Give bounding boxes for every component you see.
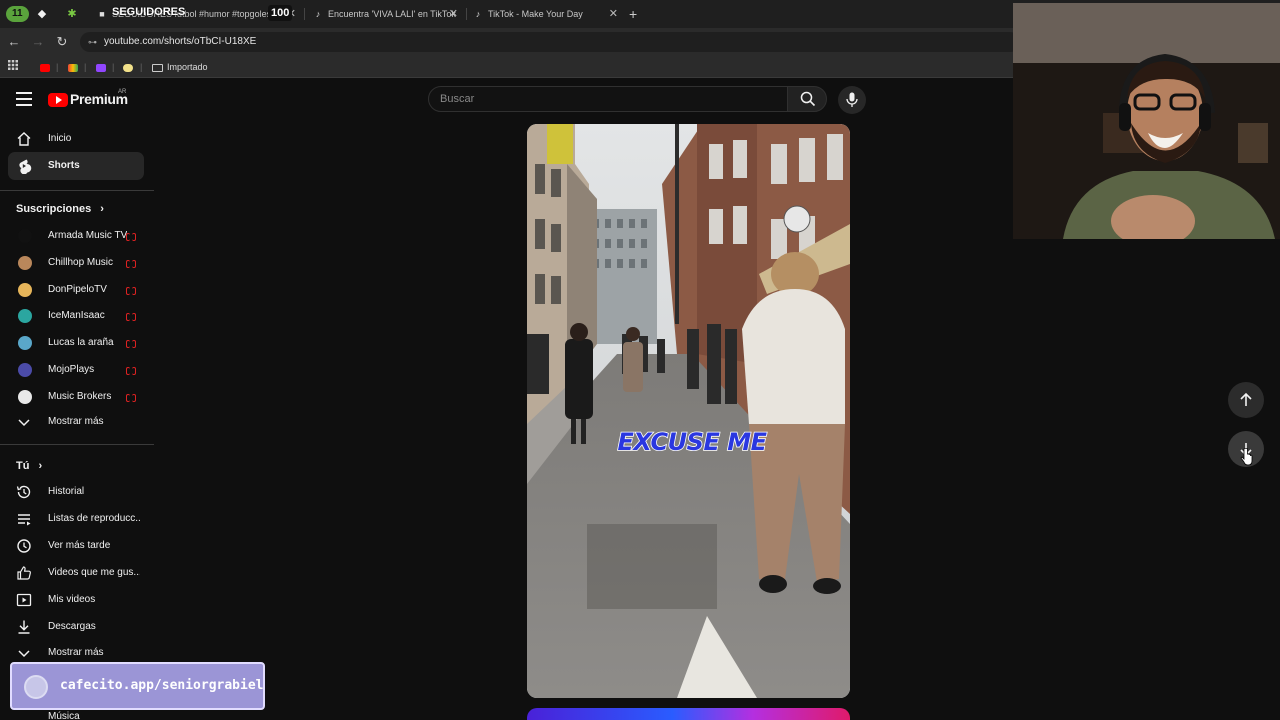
- sidebar-item-inicio[interactable]: Inicio: [8, 125, 144, 153]
- shorts-icon: [19, 159, 32, 174]
- history-icon: [16, 485, 31, 499]
- my-videos-icon: [16, 593, 32, 607]
- tiktok-icon: ♪: [475, 9, 481, 19]
- channel-avatar: [18, 309, 32, 324]
- twitch-bookmark-icon[interactable]: [96, 60, 106, 74]
- live-indicator-icon: [126, 286, 136, 295]
- close-tab-icon[interactable]: ✕: [449, 4, 458, 24]
- sidebar-item-mis-videos[interactable]: Mis videos: [8, 586, 144, 614]
- subscription-item[interactable]: Music Brokers: [8, 383, 144, 411]
- bookmark-separator: |: [56, 62, 59, 72]
- subscription-item[interactable]: MojoPlays: [8, 356, 144, 384]
- tab-favicon-icon: ■: [99, 9, 105, 19]
- youtube-play-icon: [48, 93, 68, 107]
- back-icon[interactable]: ←: [5, 33, 23, 51]
- channel-avatar: [18, 389, 32, 404]
- subscription-item[interactable]: Chillhop Music: [8, 249, 144, 277]
- forward-icon[interactable]: →: [29, 33, 47, 51]
- donation-banner: cafecito.app/seniorgrabiel: [10, 662, 265, 710]
- apps-grid-icon[interactable]: [8, 60, 18, 74]
- tab-viva-lali[interactable]: ♪ Encuentra 'VIVA LALI' en TikTok ✕: [312, 4, 458, 24]
- bookmark-separator: |: [140, 62, 143, 72]
- channel-avatar: [18, 336, 32, 351]
- live-indicator-icon: [126, 367, 136, 375]
- streamer-webcam: [1013, 3, 1280, 239]
- live-indicator-icon: [126, 259, 136, 268]
- live-indicator-icon: [126, 313, 136, 322]
- channel-avatar: [18, 229, 32, 243]
- coin-icon: [24, 675, 48, 699]
- mouse-cursor-icon: [1240, 448, 1253, 466]
- seguidores-overlay: SEGUIDORES: [112, 6, 186, 18]
- youtube-bookmark-icon[interactable]: [40, 60, 50, 74]
- tiktok-icon: ♪: [315, 9, 321, 19]
- live-indicator-icon: [126, 393, 136, 402]
- chevron-right-icon: ›: [38, 460, 43, 472]
- channel-avatar: [18, 363, 32, 377]
- previous-short-button[interactable]: [1228, 382, 1264, 418]
- subscription-item[interactable]: Lucas la araña: [8, 329, 144, 357]
- search-icon: [800, 91, 816, 107]
- sidebar-divider: [0, 444, 154, 445]
- chevron-right-icon: ›: [100, 203, 104, 215]
- tab-group-badge[interactable]: 11: [6, 6, 29, 22]
- country-code: AR: [118, 89, 127, 95]
- sidebar-item-shorts[interactable]: Shorts: [8, 152, 144, 180]
- subscription-item[interactable]: DonPipeloTV: [8, 276, 144, 304]
- playlists-icon: [18, 514, 31, 526]
- microphone-icon: [846, 92, 858, 107]
- tab-divider: [466, 8, 467, 20]
- chevron-down-icon: [18, 419, 30, 427]
- sidebar-divider: [0, 190, 154, 191]
- video-caption: EXCUSE ME: [617, 427, 768, 457]
- thumbs-up-icon: [17, 566, 31, 580]
- subscription-item[interactable]: IceManIsaac: [8, 302, 144, 330]
- arrow-up-icon: [1240, 392, 1252, 406]
- sidebar-item-listas[interactable]: Listas de reproducc...: [8, 505, 144, 533]
- close-tab-icon[interactable]: ✕: [609, 4, 618, 24]
- sidebar-item-ver-mas-tarde[interactable]: Ver más tarde: [8, 532, 144, 560]
- reload-icon[interactable]: ↻: [53, 33, 71, 51]
- sidebar-item-videos-gustan[interactable]: Videos que me gus...: [8, 559, 144, 587]
- site-info-icon[interactable]: ⊶: [88, 32, 97, 52]
- donation-url: cafecito.app/seniorgrabiel: [60, 678, 264, 693]
- folder-icon: [152, 63, 163, 72]
- clock-icon: [17, 539, 31, 553]
- video-frame: [527, 124, 850, 698]
- channel-avatar: [18, 282, 32, 297]
- home-icon: [17, 132, 31, 146]
- voice-search-button[interactable]: [838, 86, 866, 114]
- tab-tiktok[interactable]: ♪ TikTok - Make Your Day ✕: [472, 4, 618, 24]
- channel-avatar: [18, 255, 32, 270]
- download-icon: [18, 620, 30, 634]
- next-short-preview[interactable]: [527, 708, 850, 720]
- bookmark-separator: |: [112, 62, 115, 72]
- sidebar-item-descargas[interactable]: Descargas: [8, 613, 144, 641]
- tab-divider: [304, 8, 305, 20]
- pinned-tab-icon-2[interactable]: ✱: [64, 6, 80, 22]
- menu-icon[interactable]: [16, 92, 32, 106]
- gmail-bookmark-icon[interactable]: [68, 60, 78, 74]
- webcam-feed: [1013, 3, 1280, 239]
- subscription-item[interactable]: Armada Music TV: [8, 222, 144, 250]
- bookmark-folder-importado[interactable]: Importado: [152, 60, 208, 74]
- shorts-video-player[interactable]: [527, 124, 850, 698]
- live-indicator-icon: [126, 340, 136, 349]
- address-bar[interactable]: ⊶ youtube.com/shorts/oTbCI-U18XE: [80, 32, 1020, 52]
- seguidores-count: 100: [268, 5, 293, 21]
- bookmark-separator: |: [84, 62, 87, 72]
- show-more-subscriptions[interactable]: Mostrar más: [8, 408, 144, 436]
- you-heading[interactable]: Tú ›: [16, 460, 42, 472]
- bookmark-oval-icon[interactable]: [123, 60, 133, 74]
- pinned-tab-icon[interactable]: ◆: [34, 6, 50, 22]
- live-indicator-icon: [126, 233, 136, 241]
- chevron-down-icon: [18, 650, 30, 658]
- search-input[interactable]: Buscar: [428, 86, 788, 112]
- sidebar-item-historial[interactable]: Historial: [8, 478, 144, 506]
- sidebar: Inicio Shorts Suscripciones › Mostrar má…: [0, 122, 154, 720]
- search-button[interactable]: [787, 86, 827, 112]
- new-tab-icon[interactable]: +: [629, 4, 637, 24]
- subscriptions-heading[interactable]: Suscripciones ›: [16, 203, 104, 215]
